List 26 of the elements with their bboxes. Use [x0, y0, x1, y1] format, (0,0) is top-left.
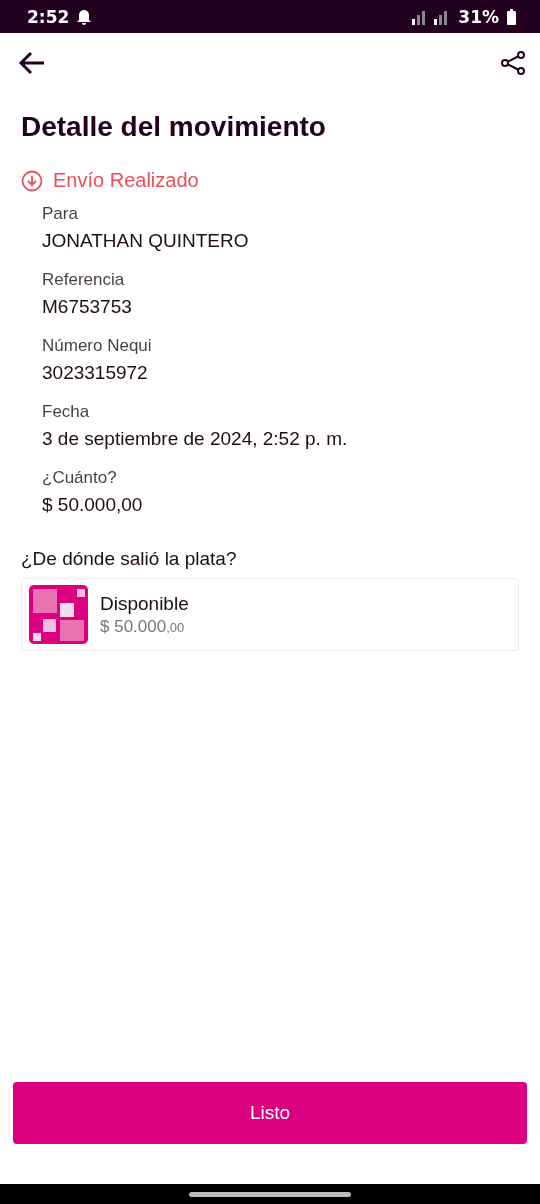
account-name: Disponible: [100, 592, 189, 615]
field-label: Fecha: [42, 402, 91, 422]
transaction-status: Envío Realizado: [53, 169, 199, 192]
account-logo-icon: [29, 585, 88, 644]
bell-icon: [77, 8, 92, 25]
field-value: JONATHAN QUINTERO: [42, 230, 250, 252]
back-arrow-icon[interactable]: [18, 51, 46, 75]
done-button[interactable]: Listo: [13, 1082, 527, 1144]
field-value: 3 de septiembre de 2024, 2:52 p. m.: [42, 428, 349, 450]
field-label: ¿Cuánto?: [42, 468, 118, 488]
home-indicator[interactable]: [189, 1191, 351, 1197]
battery-icon: [507, 8, 516, 25]
field-label: Para: [42, 204, 79, 224]
field-value: 3023315972: [42, 362, 149, 384]
page-title: Detalle del movimiento: [21, 111, 327, 143]
field-label: Número Nequi: [42, 336, 153, 356]
field-value: $ 50.000,00: [42, 494, 144, 516]
balance-cents: ,00: [166, 619, 185, 635]
account-balance: $ 50.000: [100, 616, 167, 637]
share-icon[interactable]: [500, 50, 526, 76]
battery-level: 31%: [458, 6, 499, 27]
clock: 2:52: [27, 6, 70, 27]
arrow-down-circle-icon: [21, 169, 43, 192]
source-question: ¿De dónde salió la plata?: [21, 548, 238, 570]
field-label: Referencia: [42, 270, 126, 290]
field-value: M6753753: [42, 296, 133, 318]
